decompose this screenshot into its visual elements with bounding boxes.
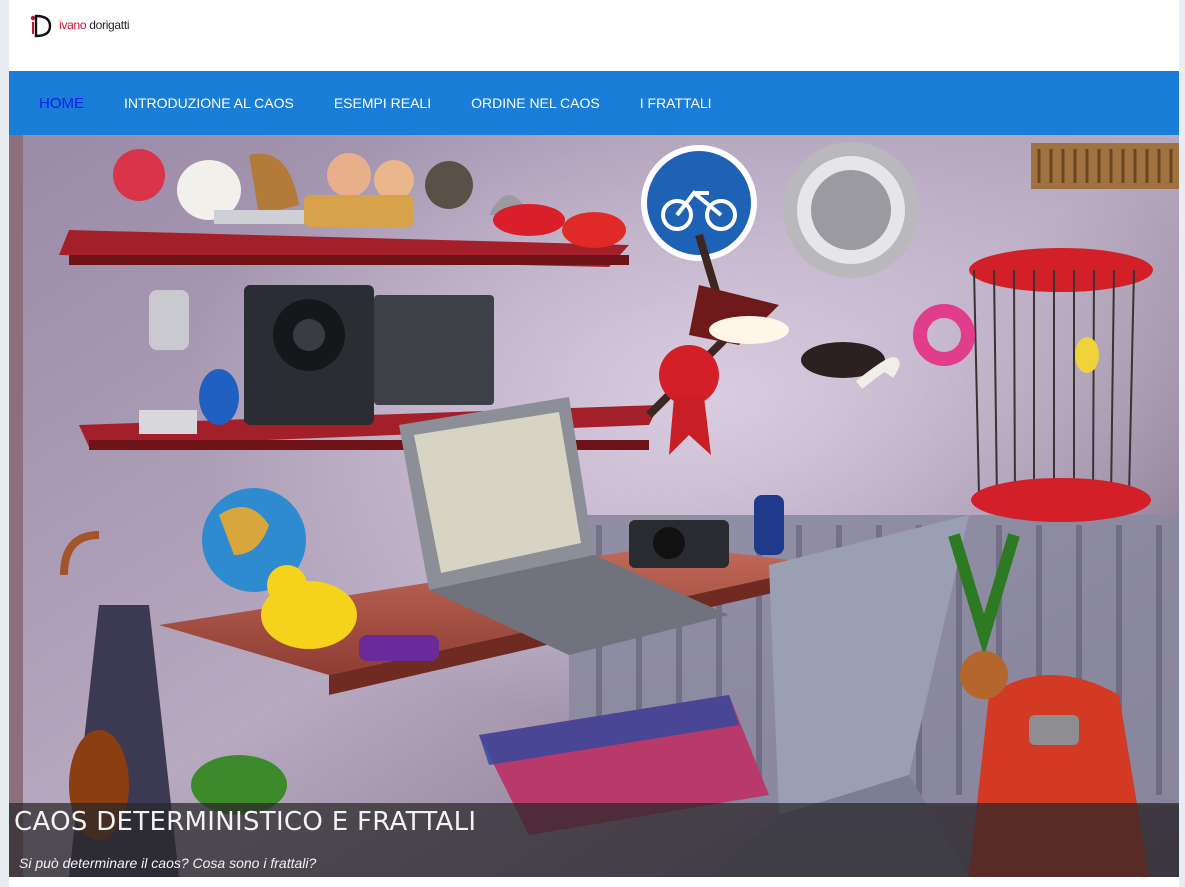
brand-last-name: dorigatti bbox=[89, 18, 130, 32]
cluttered-room-illustration bbox=[9, 135, 1179, 877]
nav-item-introduzione-al-caos[interactable]: INTRODUZIONE AL CAOS bbox=[124, 95, 294, 111]
brand-first-name: ivano bbox=[59, 18, 87, 32]
nav-item-esempi-reali[interactable]: ESEMPI REALI bbox=[334, 95, 431, 111]
nav-item-i-frattali[interactable]: I FRATTALI bbox=[640, 95, 712, 111]
page: ivano dorigatti HOME INTRODUZIONE AL CAO… bbox=[9, 0, 1179, 887]
hero-caption: CAOS DETERMINISTICO E FRATTALI Si può de… bbox=[9, 803, 1179, 877]
nav-item-ordine-nel-caos[interactable]: ORDINE NEL CAOS bbox=[471, 95, 600, 111]
hero-subtitle: Si può determinare il caos? Cosa sono i … bbox=[19, 855, 317, 871]
site-logo[interactable]: ivano dorigatti bbox=[29, 12, 130, 38]
ivano-dorigatti-logo-icon bbox=[29, 12, 55, 38]
nav-item-home[interactable]: HOME bbox=[39, 95, 84, 112]
brand-name: ivano dorigatti bbox=[59, 18, 130, 32]
site-header: ivano dorigatti bbox=[9, 0, 1179, 71]
main-navigation: HOME INTRODUZIONE AL CAOS ESEMPI REALI O… bbox=[9, 71, 1179, 135]
hero-title: CAOS DETERMINISTICO E FRATTALI bbox=[14, 807, 477, 837]
hero-slider: CAOS DETERMINISTICO E FRATTALI Si può de… bbox=[9, 135, 1179, 877]
